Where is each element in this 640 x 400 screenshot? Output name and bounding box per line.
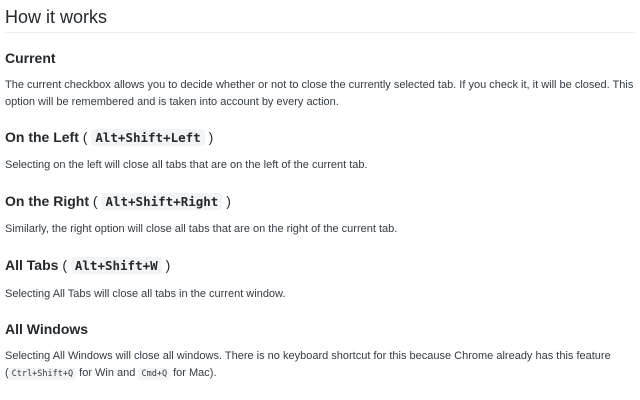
all-windows-text-3: for Mac). [173, 367, 217, 379]
section-heading-all-windows-label: All Windows [5, 321, 89, 337]
section-heading-all-tabs: All Tabs ( Alt+Shift+W ) [5, 256, 170, 275]
shortcut-win: Ctrl+Shift+Q [8, 368, 77, 380]
paren-close: ) [165, 257, 171, 273]
shortcut-mac: Cmd+Q [138, 368, 171, 380]
section-text-left: Selecting on the left will close all tab… [5, 159, 368, 171]
section-text-right: Similarly, the right option will close a… [5, 223, 398, 235]
section-heading-current-label: Current [5, 50, 56, 66]
paren-close: ) [208, 129, 214, 145]
all-windows-text-2: for Win and [79, 367, 136, 379]
paren-open: ( [92, 193, 98, 209]
section-text-all-tabs: Selecting All Tabs will close all tabs i… [5, 288, 286, 300]
section-heading-current: Current [5, 49, 56, 67]
shortcut-left: Alt+Shift+Left [91, 129, 205, 146]
shortcut-all-tabs: Alt+Shift+W [70, 257, 162, 274]
paren-open: ( [62, 257, 67, 273]
section-text-all-windows: Selecting All Windows will close all win… [5, 348, 635, 383]
page-title: How it works [5, 0, 635, 33]
paren-close: ) [226, 193, 231, 209]
section-heading-all-tabs-label: All Tabs [5, 257, 59, 273]
all-windows-text-1: Selecting All Windows will close all win… [5, 350, 611, 362]
paren-open: ( [82, 129, 88, 145]
section-heading-left-label: On the Left [5, 129, 79, 145]
shortcut-right: Alt+Shift+Right [101, 193, 223, 210]
section-heading-left: On the Left ( Alt+Shift+Left ) [5, 128, 213, 147]
section-text-current: The current checkbox allows you to decid… [5, 79, 634, 108]
section-heading-right-label: On the Right [5, 193, 89, 209]
how-it-works-page: How it works Current The current checkbo… [0, 0, 640, 400]
section-heading-all-windows: All Windows [5, 320, 88, 338]
section-heading-right: On the Right ( Alt+Shift+Right ) [5, 192, 231, 211]
